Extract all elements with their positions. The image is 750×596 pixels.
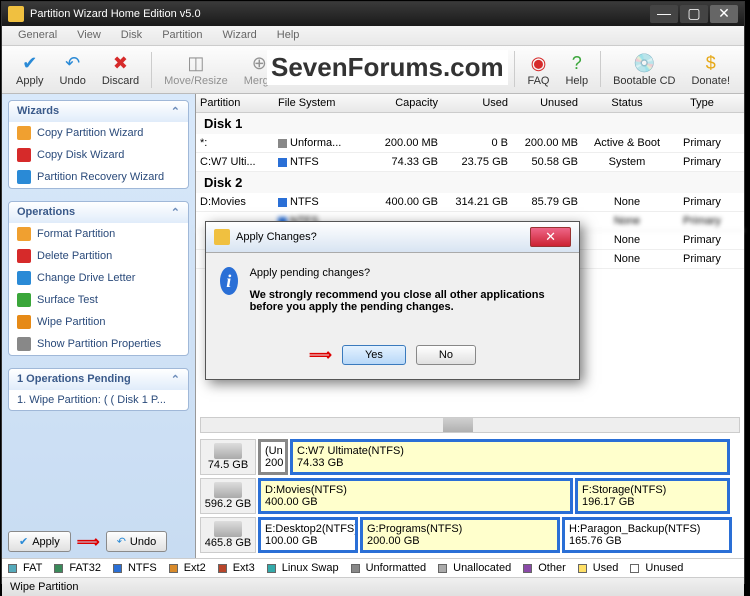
sidebar-apply-button[interactable]: ✔Apply (8, 531, 71, 552)
app-icon (8, 6, 24, 22)
faq-button[interactable]: ◉FAQ (519, 51, 557, 89)
diskmap-row: 74.5 GB(Un200C:W7 Ultimate(NTFS)74.33 GB (200, 439, 740, 475)
dialog-warning: We strongly recommend you close all othe… (250, 289, 565, 313)
dialog-title: Apply Changes? (236, 231, 317, 243)
item-icon (17, 126, 31, 140)
minimize-button[interactable]: — (650, 5, 678, 23)
collapse-icon[interactable]: ⌃ (171, 206, 180, 219)
menu-partition[interactable]: Partition (152, 26, 212, 45)
apply-button[interactable]: ✔Apply (8, 51, 52, 89)
menu-general[interactable]: General (8, 26, 67, 45)
disk-icon: 74.5 GB (200, 439, 256, 475)
partition-row[interactable]: *:Unforma...200.00 MB0 B200.00 MBActive … (196, 134, 744, 153)
close-button[interactable]: ✕ (710, 5, 738, 23)
sidebar-undo-button[interactable]: ↶Undo (106, 531, 168, 552)
undo-button[interactable]: ↶Undo (52, 51, 94, 89)
help-button[interactable]: ?Help (557, 51, 596, 89)
menu-disk[interactable]: Disk (111, 26, 152, 45)
menubar: General View Disk Partition Wizard Help (2, 26, 744, 46)
legend: FAT FAT32 NTFS Ext2 Ext3 Linux Swap Unformatte… (2, 558, 744, 577)
collapse-icon[interactable]: ⌃ (171, 373, 180, 386)
legend-item: Ext2 (169, 562, 206, 574)
item-icon (17, 227, 31, 241)
dialog-no-button[interactable]: No (416, 345, 476, 365)
item-icon (17, 315, 31, 329)
collapse-icon[interactable]: ⌃ (171, 105, 180, 118)
legend-item: NTFS (113, 562, 157, 574)
bootable-cd-button[interactable]: 💿Bootable CD (605, 51, 683, 89)
dialog-close-button[interactable]: ✕ (530, 227, 571, 247)
legend-item: Linux Swap (267, 562, 339, 574)
arrow-annotation: ⟹ (309, 345, 332, 365)
partition-block[interactable]: D:Movies(NTFS)400.00 GB (258, 478, 573, 514)
legend-item: FAT (8, 562, 42, 574)
horizontal-scrollbar[interactable] (200, 417, 740, 433)
item-icon (17, 170, 31, 184)
pending-item[interactable]: 1. Wipe Partition: ( ( Disk 1 P... (9, 390, 188, 410)
diskmap-row: 465.8 GBE:Desktop2(NTFS)100.00 GBG:Progr… (200, 517, 740, 553)
partition-block[interactable]: G:Programs(NTFS)200.00 GB (360, 517, 560, 553)
sidebar-item[interactable]: Copy Partition Wizard (9, 122, 188, 144)
partition-block[interactable]: H:Paragon_Backup(NTFS)165.76 GB (562, 517, 732, 553)
move-resize-button[interactable]: ◫Move/Resize (156, 51, 236, 89)
discard-button[interactable]: ✖Discard (94, 51, 147, 89)
sidebar-item[interactable]: Format Partition (9, 223, 188, 245)
legend-item: Ext3 (218, 562, 255, 574)
partition-row[interactable]: C:W7 Ulti...NTFS74.33 GB23.75 GB50.58 GB… (196, 153, 744, 172)
wizards-panel: Wizards ⌃ Copy Partition WizardCopy Disk … (8, 100, 189, 189)
wizards-title: Wizards (17, 105, 59, 118)
toolbar: ✔Apply ↶Undo ✖Discard ◫Move/Resize ⊕Merg… (2, 46, 744, 94)
item-icon (17, 249, 31, 263)
disk-header: Disk 1 (196, 113, 744, 134)
watermark-text: SevenForums.com (267, 50, 508, 85)
partition-block[interactable]: (Un200 (258, 439, 288, 475)
partition-block[interactable]: C:W7 Ultimate(NTFS)74.33 GB (290, 439, 730, 475)
diskmap-row: 596.2 GBD:Movies(NTFS)400.00 GBF:Storage… (200, 478, 740, 514)
arrow-annotation: ⟹ (77, 532, 100, 552)
dialog-icon (214, 229, 230, 245)
sidebar-item[interactable]: Partition Recovery Wizard (9, 166, 188, 188)
sidebar: Wizards ⌃ Copy Partition WizardCopy Disk … (2, 94, 196, 558)
legend-item: Unused (630, 562, 683, 574)
column-headers: Partition File System Capacity Used Unus… (196, 94, 744, 113)
sidebar-item[interactable]: Change Drive Letter (9, 267, 188, 289)
sidebar-item[interactable]: Delete Partition (9, 245, 188, 267)
window-title: Partition Wizard Home Edition v5.0 (30, 8, 201, 20)
legend-item: Used (578, 562, 619, 574)
item-icon (17, 148, 31, 162)
titlebar: Partition Wizard Home Edition v5.0 — ▢ ✕ (2, 2, 744, 26)
menu-view[interactable]: View (67, 26, 111, 45)
operations-title: Operations (17, 206, 75, 219)
item-icon (17, 293, 31, 307)
disk-icon: 596.2 GB (200, 478, 256, 514)
maximize-button[interactable]: ▢ (680, 5, 708, 23)
apply-changes-dialog: Apply Changes? ✕ i Apply pending changes… (205, 221, 580, 380)
legend-item: FAT32 (54, 562, 101, 574)
sidebar-item[interactable]: Surface Test (9, 289, 188, 311)
item-icon (17, 337, 31, 351)
pending-panel: 1 Operations Pending ⌃ 1. Wipe Partition:… (8, 368, 189, 411)
menu-help[interactable]: Help (267, 26, 310, 45)
partition-block[interactable]: F:Storage(NTFS)196.17 GB (575, 478, 730, 514)
legend-item: Other (523, 562, 566, 574)
sidebar-item[interactable]: Wipe Partition (9, 311, 188, 333)
partition-block[interactable]: E:Desktop2(NTFS)100.00 GB (258, 517, 358, 553)
operations-panel: Operations ⌃ Format PartitionDelete Parti… (8, 201, 189, 356)
pending-title: 1 Operations Pending (17, 373, 131, 386)
dialog-message: Apply pending changes? (250, 267, 565, 279)
dialog-yes-button[interactable]: Yes (342, 345, 406, 365)
menu-wizard[interactable]: Wizard (213, 26, 267, 45)
partition-row[interactable]: D:MoviesNTFS400.00 GB314.21 GB85.79 GBNo… (196, 193, 744, 212)
legend-item: Unformatted (351, 562, 427, 574)
donate-button[interactable]: $Donate! (683, 51, 738, 89)
item-icon (17, 271, 31, 285)
sidebar-item[interactable]: Copy Disk Wizard (9, 144, 188, 166)
disk-icon: 465.8 GB (200, 517, 256, 553)
sidebar-item[interactable]: Show Partition Properties (9, 333, 188, 355)
statusbar: Wipe Partition (2, 577, 744, 596)
info-icon: i (220, 267, 238, 295)
disk-map: 74.5 GB(Un200C:W7 Ultimate(NTFS)74.33 GB… (196, 437, 744, 558)
legend-item: Unallocated (438, 562, 511, 574)
disk-header: Disk 2 (196, 172, 744, 193)
